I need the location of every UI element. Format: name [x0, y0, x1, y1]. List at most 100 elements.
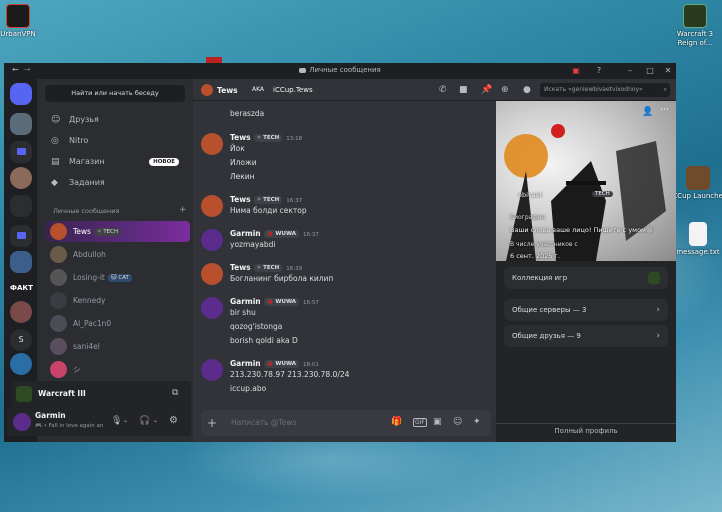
dm-item-tews[interactable]: Tews ✧ TECH [45, 221, 190, 242]
video-call-icon[interactable]: ■ [459, 85, 468, 95]
dm-section-header: Личные сообщения [53, 207, 120, 215]
folder-icon[interactable] [10, 141, 32, 163]
warcraft-icon [16, 386, 32, 402]
apps-icon[interactable]: ✦ [473, 417, 481, 427]
avatar[interactable] [13, 413, 31, 431]
chevron-down-icon[interactable]: ⌄ [123, 417, 128, 424]
message-list: beraszda Tews ✧ TECH 13:18 Йок Иложи Лекин… [193, 101, 496, 406]
folder-icon[interactable] [10, 225, 32, 247]
desktop-icon-message[interactable]: message.txt [670, 222, 722, 257]
nitro-icon: ◎ [51, 136, 59, 146]
avatar[interactable] [201, 133, 223, 155]
emoji-icon[interactable]: ☺ [453, 417, 462, 427]
mutual-friends-card[interactable]: Общие друзья — 9 › [504, 325, 668, 347]
avatar [50, 292, 67, 309]
avatar[interactable] [201, 263, 223, 285]
avatar[interactable] [201, 229, 223, 251]
server-icon[interactable] [10, 251, 32, 273]
create-dm-button[interactable]: + [179, 205, 187, 215]
chat-user-name[interactable]: Tews [217, 86, 238, 95]
shop-icon: ▤ [51, 157, 60, 167]
gift-icon[interactable]: 🎁 [391, 417, 402, 427]
attach-button[interactable]: + [207, 416, 217, 430]
divider [496, 423, 676, 424]
profile-panel: 👤 ⋯ ebivaet TECH Биография Ваши слова ва… [496, 101, 676, 442]
iccup-icon [686, 166, 710, 190]
server-icon[interactable] [10, 167, 32, 189]
inbox-alert-icon[interactable]: ▣ [570, 65, 582, 77]
maximize-button[interactable]: □ [644, 65, 656, 77]
server-icon[interactable] [10, 301, 32, 323]
avatar [50, 246, 67, 263]
chat-header: Tews AKA iCCup.Tews ✆ ■ 📌 ⊕ ● Искать «ge… [193, 79, 676, 101]
avatar[interactable] [201, 297, 223, 319]
avatar [50, 269, 67, 286]
dm-item-kennedy[interactable]: Kennedy [45, 290, 190, 311]
pin-icon[interactable]: 📌 [481, 85, 492, 95]
game-collection-card[interactable]: Коллекция игр [504, 267, 668, 289]
gif-icon[interactable]: GIF [413, 418, 427, 427]
title-bar: ← → Личные сообщения ▣ ? – □ ✕ [4, 63, 676, 79]
desktop-icon-warcraft[interactable]: Warcraft 3 Reign of... [667, 4, 722, 48]
help-icon[interactable]: ? [593, 65, 605, 77]
avatar [50, 223, 67, 240]
game-icon [648, 272, 660, 284]
discord-window: ← → Личные сообщения ▣ ? – □ ✕ ФАКТ S На… [4, 63, 676, 442]
warcraft-icon [683, 4, 707, 28]
nav-shop[interactable]: ▤ Магазин НОВОЕ [45, 153, 185, 171]
nav-quests[interactable]: ◆ Задания [45, 174, 185, 192]
server-icon[interactable] [10, 113, 32, 135]
chevron-down-icon[interactable]: ⌄ [153, 417, 158, 424]
chat-panel: beraszda Tews ✧ TECH 13:18 Йок Иложи Лекин… [193, 101, 496, 442]
avatar [201, 84, 213, 96]
dm-item-sani4el[interactable]: sani4el [45, 336, 190, 357]
close-button[interactable]: ✕ [662, 65, 674, 77]
desktop-icon-urbanvpn[interactable]: UrbanVPN [0, 4, 48, 39]
user-panel: Garmin 🎮 • Fall in love again an 🎙 ⌄ 🎧 ⌄… [7, 408, 191, 436]
chevron-right-icon: › [656, 305, 660, 315]
add-friends-icon[interactable]: ⊕ [501, 85, 509, 95]
desktop-icon-iccup[interactable]: ICCup Launcher [670, 166, 722, 201]
avatar[interactable] [201, 195, 223, 217]
add-friend-icon[interactable]: 👤 [642, 107, 653, 117]
urbanvpn-icon [6, 4, 30, 28]
nav-friends[interactable]: ☺ Друзья [45, 111, 185, 129]
message-composer[interactable]: + Написать @Tews 🎁 GIF ▣ ☺ ✦ [201, 410, 491, 436]
more-options-icon[interactable]: ⋯ [660, 105, 669, 115]
dm-item-losing-it[interactable]: Losing-it 🐱 CAT [45, 267, 190, 288]
discord-logo-icon [299, 67, 307, 73]
user-profile-icon[interactable]: ● [523, 85, 531, 95]
chevron-right-icon: › [656, 331, 660, 341]
dm-item-shi[interactable]: シ [45, 359, 190, 380]
avatar [50, 315, 67, 332]
new-badge: НОВОЕ [149, 158, 179, 166]
settings-gear-icon[interactable]: ⚙ [169, 415, 178, 426]
quests-icon: ◆ [51, 178, 58, 188]
activity-settings-icon[interactable]: ⧉ [172, 388, 178, 398]
dm-item-abdulloh[interactable]: Abdulloh [45, 244, 190, 265]
server-icon[interactable] [10, 353, 32, 375]
avatar [50, 338, 67, 355]
avatar [50, 361, 67, 378]
mutual-servers-card[interactable]: Общие серверы — 3 › [504, 299, 668, 321]
server-icon[interactable] [10, 195, 32, 217]
text-file-icon [689, 222, 707, 246]
avatar[interactable] [201, 359, 223, 381]
search-input[interactable]: Искать «geniewbivaetvixodnoy» ⌕ [540, 83, 670, 97]
home-dm-icon[interactable] [10, 83, 32, 105]
headphones-icon[interactable]: 🎧 [139, 416, 150, 426]
full-profile-link[interactable]: Полный профиль [496, 427, 676, 435]
call-icon[interactable]: ✆ [439, 85, 447, 95]
friends-icon: ☺ [51, 115, 61, 125]
nav-nitro[interactable]: ◎ Nitro [45, 132, 185, 150]
server-s[interactable]: S [10, 329, 32, 351]
profile-banner: 👤 ⋯ ebivaet TECH Биография Ваши слова ва… [496, 101, 676, 261]
microphone-icon[interactable]: 🎙 [111, 416, 122, 426]
user-status-text: 🎮 • Fall in love again an [35, 423, 104, 429]
server-fakt[interactable]: ФАКТ [10, 277, 33, 299]
find-conversation-button[interactable]: Найти или начать беседу [45, 85, 185, 102]
sticker-icon[interactable]: ▣ [433, 417, 442, 427]
message-input[interactable]: Написать @Tews [231, 418, 296, 427]
dm-item-al-pacino[interactable]: Al_Pac1n0 [45, 313, 190, 334]
minimize-button[interactable]: – [624, 65, 636, 77]
